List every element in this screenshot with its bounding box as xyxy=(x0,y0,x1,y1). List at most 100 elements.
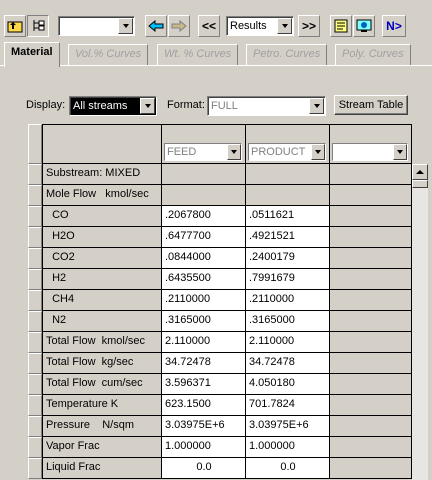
table-cell[interactable]: .2110000 xyxy=(162,290,246,311)
notes-button[interactable] xyxy=(330,15,352,37)
row-label: Total Flow kg/sec xyxy=(42,353,162,374)
tab-material[interactable]: Material xyxy=(4,42,60,67)
table-cell[interactable]: .6435500 xyxy=(162,269,246,290)
table-cell[interactable] xyxy=(330,416,412,437)
column-stream-selector[interactable] xyxy=(332,143,408,161)
table-cell[interactable] xyxy=(330,227,412,248)
row-header[interactable] xyxy=(28,353,42,374)
previous-form-button[interactable]: << xyxy=(198,15,220,37)
table-cell[interactable] xyxy=(162,185,246,206)
table-cell[interactable]: .2110000 xyxy=(246,290,330,311)
table-cell[interactable] xyxy=(246,164,330,185)
table-cell[interactable] xyxy=(330,311,412,332)
form-selector[interactable]: Results xyxy=(226,16,294,36)
table-cell[interactable]: 34.72478 xyxy=(162,353,246,374)
column-stream-selector[interactable]: PRODUCT xyxy=(248,143,326,161)
table-cell[interactable] xyxy=(330,458,412,479)
row-header[interactable] xyxy=(28,374,42,395)
table-cell[interactable]: 2.110000 xyxy=(246,332,330,353)
next-form-button[interactable]: >> xyxy=(298,15,320,37)
table-cell[interactable] xyxy=(330,164,412,185)
table-cell[interactable]: .2067800 xyxy=(162,206,246,227)
table-cell[interactable]: .0511621 xyxy=(246,206,330,227)
tab-divider xyxy=(0,65,432,66)
tab-vol-curves[interactable]: Vol.% Curves xyxy=(68,44,149,66)
chevron-down-icon[interactable] xyxy=(277,18,292,34)
print-preview-button[interactable] xyxy=(353,15,375,37)
table-cell[interactable]: 0.0 xyxy=(246,458,330,479)
table-cell[interactable]: .0844000 xyxy=(162,248,246,269)
column-stream-selector[interactable]: FEED xyxy=(164,143,242,161)
table-cell[interactable] xyxy=(330,248,412,269)
chevron-down-icon[interactable] xyxy=(311,144,325,160)
table-cell[interactable] xyxy=(330,206,412,227)
table-cell[interactable]: 3.03975E+6 xyxy=(246,416,330,437)
table-cell[interactable] xyxy=(246,185,330,206)
table-cell[interactable]: 1.000000 xyxy=(162,437,246,458)
table-cell[interactable] xyxy=(330,290,412,311)
table-cell[interactable]: .6477700 xyxy=(162,227,246,248)
table-cell[interactable]: .4921521 xyxy=(246,227,330,248)
table-cell[interactable] xyxy=(330,185,412,206)
chevron-down-icon[interactable] xyxy=(393,144,407,160)
row-label: N2 xyxy=(42,311,162,332)
table-cell[interactable]: 623.1500 xyxy=(162,395,246,416)
stream-selector[interactable] xyxy=(58,16,135,36)
table-cell[interactable]: .2400179 xyxy=(246,248,330,269)
table-cell[interactable] xyxy=(330,395,412,416)
table-cell[interactable] xyxy=(330,437,412,458)
table-cell[interactable]: 3.03975E+6 xyxy=(162,416,246,437)
next-step-button[interactable]: N> xyxy=(382,15,406,37)
tab-petro-curves[interactable]: Petro. Curves xyxy=(246,44,328,66)
folder-up-button[interactable] xyxy=(4,15,26,37)
table-cell[interactable] xyxy=(330,269,412,290)
table-cell[interactable] xyxy=(330,332,412,353)
table-cell[interactable] xyxy=(162,164,246,185)
row-label: H2 xyxy=(42,269,162,290)
tab-poly-curves[interactable]: Poly. Curves xyxy=(335,44,411,66)
table-cell[interactable]: 701.7824 xyxy=(246,395,330,416)
row-header[interactable] xyxy=(28,395,42,416)
data-browser-tree-button[interactable] xyxy=(27,15,49,37)
row-header[interactable] xyxy=(28,458,42,479)
table-cell[interactable]: 34.72478 xyxy=(246,353,330,374)
stream-table-button[interactable]: Stream Table xyxy=(334,95,408,115)
format-label: Format: xyxy=(167,99,205,111)
row-header[interactable] xyxy=(28,416,42,437)
row-header[interactable] xyxy=(28,290,42,311)
row-header[interactable] xyxy=(28,248,42,269)
row-header[interactable] xyxy=(28,332,42,353)
table-cell[interactable]: 0.0 xyxy=(162,458,246,479)
forward-button[interactable] xyxy=(168,15,190,37)
table-cell[interactable]: .7991679 xyxy=(246,269,330,290)
chevron-down-icon[interactable] xyxy=(309,98,324,114)
scroll-thumb[interactable] xyxy=(412,180,428,188)
table-cell[interactable]: 3.596371 xyxy=(162,374,246,395)
table-cell[interactable]: .3165000 xyxy=(246,311,330,332)
table-cell[interactable]: .3165000 xyxy=(162,311,246,332)
display-value: All streams xyxy=(73,100,128,112)
table-cell[interactable]: 2.110000 xyxy=(162,332,246,353)
vertical-scrollbar[interactable] xyxy=(412,164,428,480)
row-header[interactable] xyxy=(28,269,42,290)
row-label: Substream: MIXED xyxy=(42,164,162,185)
row-header[interactable] xyxy=(28,437,42,458)
chevron-down-icon[interactable] xyxy=(118,18,133,34)
row-header[interactable] xyxy=(28,206,42,227)
table-cell[interactable] xyxy=(330,353,412,374)
scroll-up-icon[interactable] xyxy=(412,164,428,180)
row-header[interactable] xyxy=(28,227,42,248)
display-selector[interactable]: All streams xyxy=(69,96,157,116)
back-button[interactable] xyxy=(145,15,167,37)
chevron-down-icon[interactable] xyxy=(140,98,155,114)
toolbar: << Results >> N> xyxy=(0,0,432,40)
tab-wt-curves[interactable]: Wt. % Curves xyxy=(157,44,239,66)
row-header[interactable] xyxy=(28,311,42,332)
row-header[interactable] xyxy=(28,185,42,206)
table-cell[interactable]: 4.050180 xyxy=(246,374,330,395)
row-header[interactable] xyxy=(28,164,42,185)
format-selector[interactable]: FULL xyxy=(207,96,326,116)
chevron-down-icon[interactable] xyxy=(227,144,241,160)
table-cell[interactable] xyxy=(330,374,412,395)
table-cell[interactable]: 1.000000 xyxy=(246,437,330,458)
